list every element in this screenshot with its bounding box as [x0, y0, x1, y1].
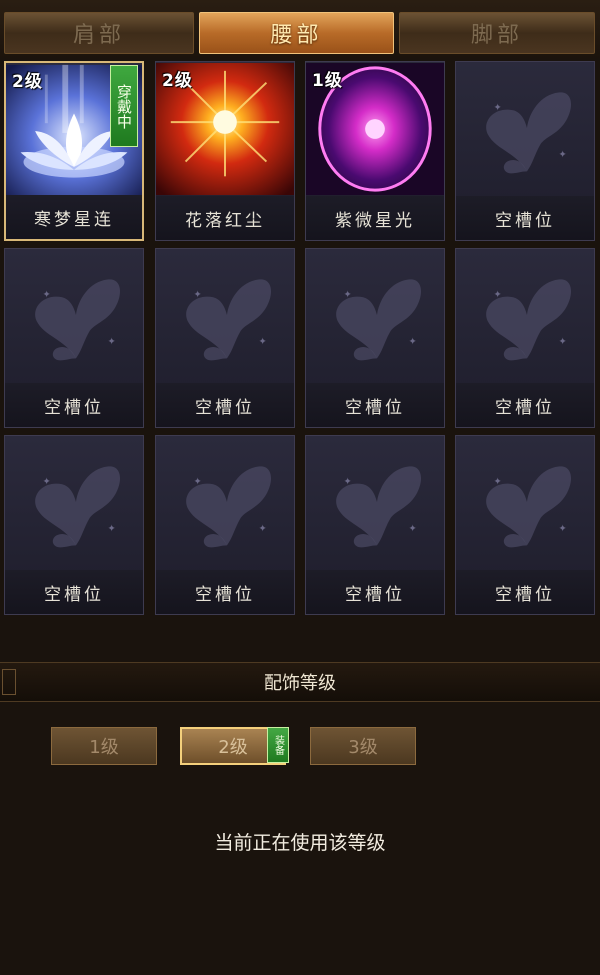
butterfly-placeholder-icon: ✦ ✦ — [35, 279, 121, 361]
butterfly-placeholder-icon: ✦ ✦ — [336, 279, 422, 361]
equipped-level-tag: 装备 — [267, 727, 289, 763]
equipped-tag: 穿戴中 — [110, 65, 138, 147]
item-name: 空槽位 — [5, 383, 143, 427]
accessory-slot-empty[interactable]: ✦ ✦ 空槽位 — [305, 248, 445, 428]
item-name: 空槽位 — [456, 196, 594, 240]
accessory-slot-hanmeng-xinglian[interactable]: 2级 穿戴中 寒梦星连 — [4, 61, 144, 241]
accessory-slot-hualuo-hongchen[interactable]: 2级 花落红尘 — [155, 61, 295, 241]
slot-category-tabs: 肩部 腰部 脚部 — [0, 0, 600, 58]
tab-shoulder[interactable]: 肩部 — [4, 12, 194, 54]
svg-text:✦: ✦ — [559, 337, 567, 348]
svg-text:✦: ✦ — [259, 337, 267, 348]
level-status-text: 当前正在使用该等级 — [214, 832, 386, 854]
svg-text:✦: ✦ — [493, 102, 501, 113]
tab-waist[interactable]: 腰部 — [199, 12, 394, 54]
svg-text:✦: ✦ — [559, 524, 567, 535]
accessory-level-header: 配饰等级 — [0, 662, 600, 702]
svg-text:✦: ✦ — [108, 524, 116, 535]
item-name: 空槽位 — [5, 570, 143, 614]
item-name: 花落红尘 — [156, 196, 294, 240]
butterfly-placeholder-icon: ✦ ✦ — [186, 279, 272, 361]
section-title: 配饰等级 — [264, 673, 336, 694]
svg-text:✦: ✦ — [493, 476, 501, 487]
butterfly-placeholder-icon: ✦ ✦ — [336, 466, 422, 548]
svg-text:✦: ✦ — [193, 476, 201, 487]
item-level-badge: 1级 — [312, 71, 343, 91]
item-level-badge: 2级 — [12, 72, 43, 92]
svg-text:✦: ✦ — [42, 289, 50, 300]
svg-text:✦: ✦ — [409, 524, 417, 535]
svg-text:✦: ✦ — [343, 289, 351, 300]
item-name: 空槽位 — [306, 570, 444, 614]
butterfly-placeholder-icon: ✦ ✦ — [486, 279, 572, 361]
svg-text:✦: ✦ — [42, 476, 50, 487]
item-name: 紫微星光 — [306, 196, 444, 240]
accessory-slot-empty[interactable]: ✦ ✦ 空槽位 — [305, 435, 445, 615]
accessory-slot-empty[interactable]: ✦ ✦ 空槽位 — [4, 248, 144, 428]
butterfly-placeholder-icon: ✦ ✦ — [35, 466, 121, 548]
accessory-slot-empty[interactable]: ✦ ✦ 空槽位 — [155, 248, 295, 428]
level-1-button[interactable]: 1级 — [51, 727, 157, 765]
svg-text:✦: ✦ — [193, 289, 201, 300]
svg-text:✦: ✦ — [559, 150, 567, 161]
item-name: 寒梦星连 — [6, 195, 142, 239]
butterfly-placeholder-icon: ✦ ✦ — [186, 466, 272, 548]
accessory-slot-empty[interactable]: ✦ ✦ 空槽位 — [455, 435, 595, 615]
svg-text:✦: ✦ — [259, 524, 267, 535]
accessory-slot-empty[interactable]: ✦ ✦ 空槽位 — [4, 435, 144, 615]
svg-text:✦: ✦ — [493, 289, 501, 300]
accessory-slot-empty[interactable]: ✦ ✦ 空槽位 — [455, 248, 595, 428]
item-name: 空槽位 — [456, 383, 594, 427]
item-name: 空槽位 — [156, 383, 294, 427]
butterfly-placeholder-icon: ✦ ✦ — [486, 466, 572, 548]
svg-text:✦: ✦ — [108, 337, 116, 348]
tab-feet[interactable]: 脚部 — [399, 12, 595, 54]
svg-text:✦: ✦ — [409, 337, 417, 348]
item-name: 空槽位 — [156, 570, 294, 614]
item-name: 空槽位 — [306, 383, 444, 427]
accessory-slot-empty[interactable]: ✦ ✦ 空槽位 — [155, 435, 295, 615]
level-3-button[interactable]: 3级 — [310, 727, 416, 765]
item-level-badge: 2级 — [162, 71, 193, 91]
item-name: 空槽位 — [456, 570, 594, 614]
butterfly-placeholder-icon: ✦ ✦ — [486, 92, 572, 174]
accessory-slot-ziwei-xingguang[interactable]: 1级 紫微星光 — [305, 61, 445, 241]
accessory-slot-empty[interactable]: ✦ ✦ 空槽位 — [455, 61, 595, 241]
svg-text:✦: ✦ — [343, 476, 351, 487]
